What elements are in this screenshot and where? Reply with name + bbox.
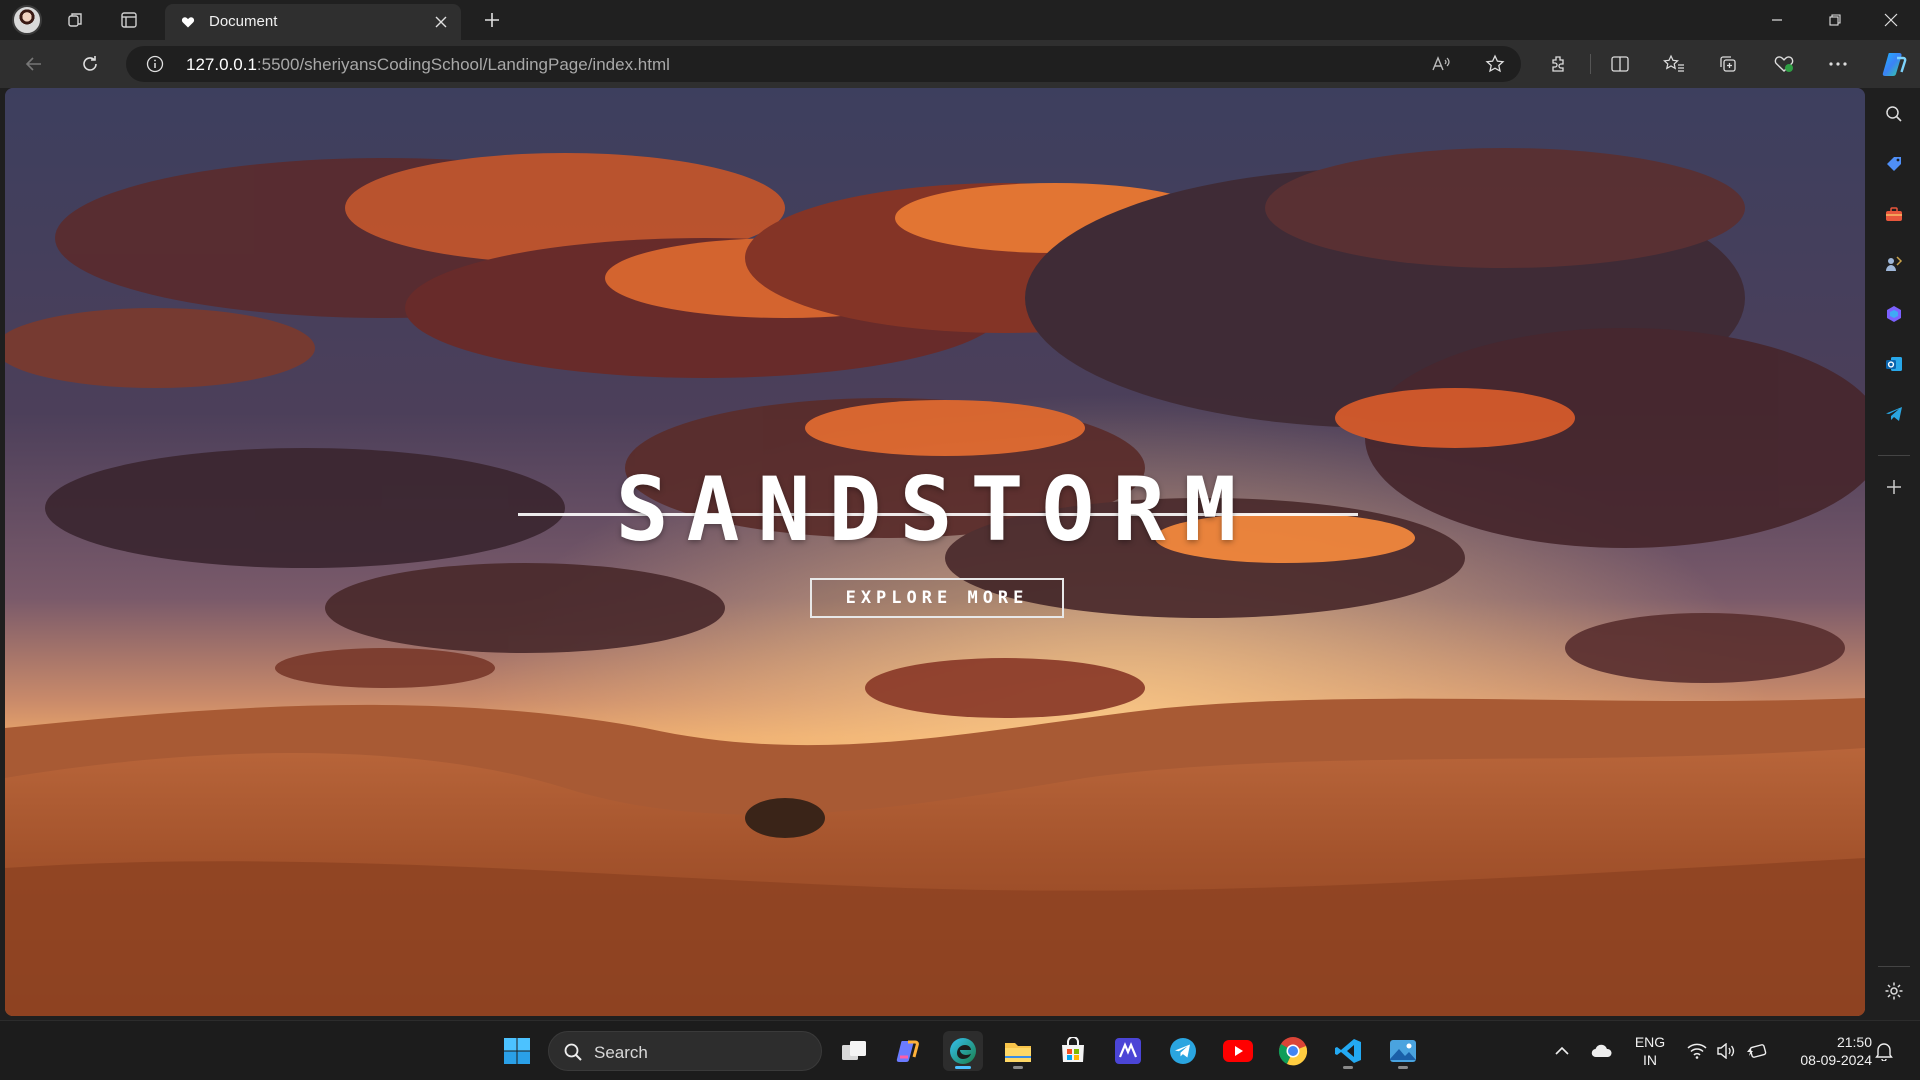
title-bar: Document — [0, 0, 1920, 40]
tab-title: Document — [209, 13, 278, 30]
sidebar-divider-bottom — [1878, 966, 1910, 967]
refresh-button[interactable] — [72, 48, 108, 80]
sidebar-divider — [1878, 455, 1910, 456]
language-line-2: IN — [1643, 1052, 1657, 1068]
edge-sidebar — [1868, 88, 1920, 1016]
browser-essentials-icon[interactable] — [1766, 48, 1802, 80]
battery-charging-icon[interactable] — [1744, 1039, 1768, 1063]
task-view-icon[interactable] — [834, 1031, 874, 1071]
telegram-app-icon[interactable] — [1163, 1031, 1203, 1071]
sidebar-settings-icon[interactable] — [1878, 975, 1910, 1007]
back-button[interactable] — [16, 48, 52, 80]
tools-icon[interactable] — [1878, 198, 1910, 230]
chevron-up-icon[interactable] — [1550, 1039, 1574, 1063]
collections-icon[interactable] — [1710, 48, 1746, 80]
site-info-icon[interactable] — [146, 55, 164, 73]
edge-running-indicator — [955, 1066, 971, 1069]
more-options-icon[interactable] — [1820, 48, 1856, 80]
volume-icon[interactable] — [1714, 1039, 1738, 1063]
workspaces-icon[interactable] — [60, 4, 92, 36]
clock-date: 08-09-2024 — [1800, 1052, 1872, 1068]
photos-running-indicator — [1398, 1066, 1408, 1069]
minimize-button[interactable] — [1748, 0, 1806, 40]
vscode-running-indicator — [1343, 1066, 1353, 1069]
favorites-icon[interactable] — [1656, 48, 1692, 80]
input-language-indicator[interactable]: ENG IN — [1630, 1033, 1670, 1069]
new-tab-button[interactable] — [476, 4, 508, 36]
heart-icon — [181, 15, 195, 29]
language-line-1: ENG — [1634, 1034, 1666, 1050]
games-icon[interactable] — [1878, 248, 1910, 280]
youtube-icon[interactable] — [1218, 1031, 1258, 1071]
vscode-icon[interactable] — [1328, 1031, 1368, 1071]
page-viewport: SANDSTORM EXPLORE MORE — [5, 88, 1865, 1016]
toolbar-divider — [1590, 54, 1591, 74]
telegram-icon[interactable] — [1878, 398, 1910, 430]
markdown-app-icon[interactable] — [1108, 1031, 1148, 1071]
explore-more-button[interactable]: EXPLORE MORE — [810, 578, 1064, 618]
vertical-tabs-icon[interactable] — [113, 4, 145, 36]
taskbar-search[interactable]: Search — [548, 1031, 822, 1071]
onedrive-cloud-icon[interactable] — [1590, 1039, 1614, 1063]
copilot-app-icon[interactable] — [888, 1031, 928, 1071]
windows-taskbar: Search ENG IN 21:50 08-09-2024 — [0, 1020, 1920, 1080]
address-bar[interactable]: 127.0.0.1:5500/sheriyansCodingSchool/Lan… — [126, 46, 1521, 82]
close-window-button[interactable] — [1862, 0, 1920, 40]
restore-button[interactable] — [1806, 0, 1864, 40]
plus-icon — [483, 11, 501, 29]
tab-document[interactable]: Document — [165, 4, 461, 40]
search-icon[interactable] — [1878, 98, 1910, 130]
search-icon — [563, 1042, 583, 1062]
url-path: :5500/sheriyansCodingSchool/LandingPage/… — [256, 55, 670, 74]
edge-browser-icon[interactable] — [943, 1031, 983, 1071]
file-explorer-icon[interactable] — [998, 1031, 1038, 1071]
notifications-bell-icon[interactable] — [1872, 1039, 1896, 1063]
hero-title: SANDSTORM — [615, 458, 1255, 561]
url-host: 127.0.0.1 — [186, 55, 257, 74]
photos-icon[interactable] — [1383, 1031, 1423, 1071]
microsoft-365-icon[interactable] — [1878, 298, 1910, 330]
split-screen-icon[interactable] — [1602, 48, 1638, 80]
explorer-running-indicator — [1013, 1066, 1023, 1069]
system-clock[interactable]: 21:50 08-09-2024 — [1776, 1033, 1872, 1069]
url-text[interactable]: 127.0.0.1:5500/sheriyansCodingSchool/Lan… — [186, 55, 670, 75]
navigation-bar: 127.0.0.1:5500/sheriyansCodingSchool/Lan… — [0, 40, 1920, 88]
outlook-icon[interactable] — [1878, 348, 1910, 380]
tab-close-icon[interactable] — [429, 10, 453, 34]
favorite-star-icon[interactable] — [1482, 52, 1508, 76]
microsoft-store-icon[interactable] — [1053, 1031, 1093, 1071]
copilot-icon[interactable] — [1876, 48, 1912, 80]
chrome-icon[interactable] — [1273, 1031, 1313, 1071]
extensions-icon[interactable] — [1540, 48, 1576, 80]
search-label: Search — [594, 1043, 648, 1062]
read-aloud-icon[interactable] — [1428, 52, 1454, 76]
add-sidebar-app-icon[interactable] — [1878, 471, 1910, 503]
profile-avatar[interactable] — [12, 5, 42, 35]
clock-time: 21:50 — [1836, 1034, 1872, 1050]
start-windows-icon[interactable] — [497, 1031, 537, 1071]
shopping-tag-icon[interactable] — [1878, 148, 1910, 180]
wifi-icon[interactable] — [1685, 1039, 1709, 1063]
